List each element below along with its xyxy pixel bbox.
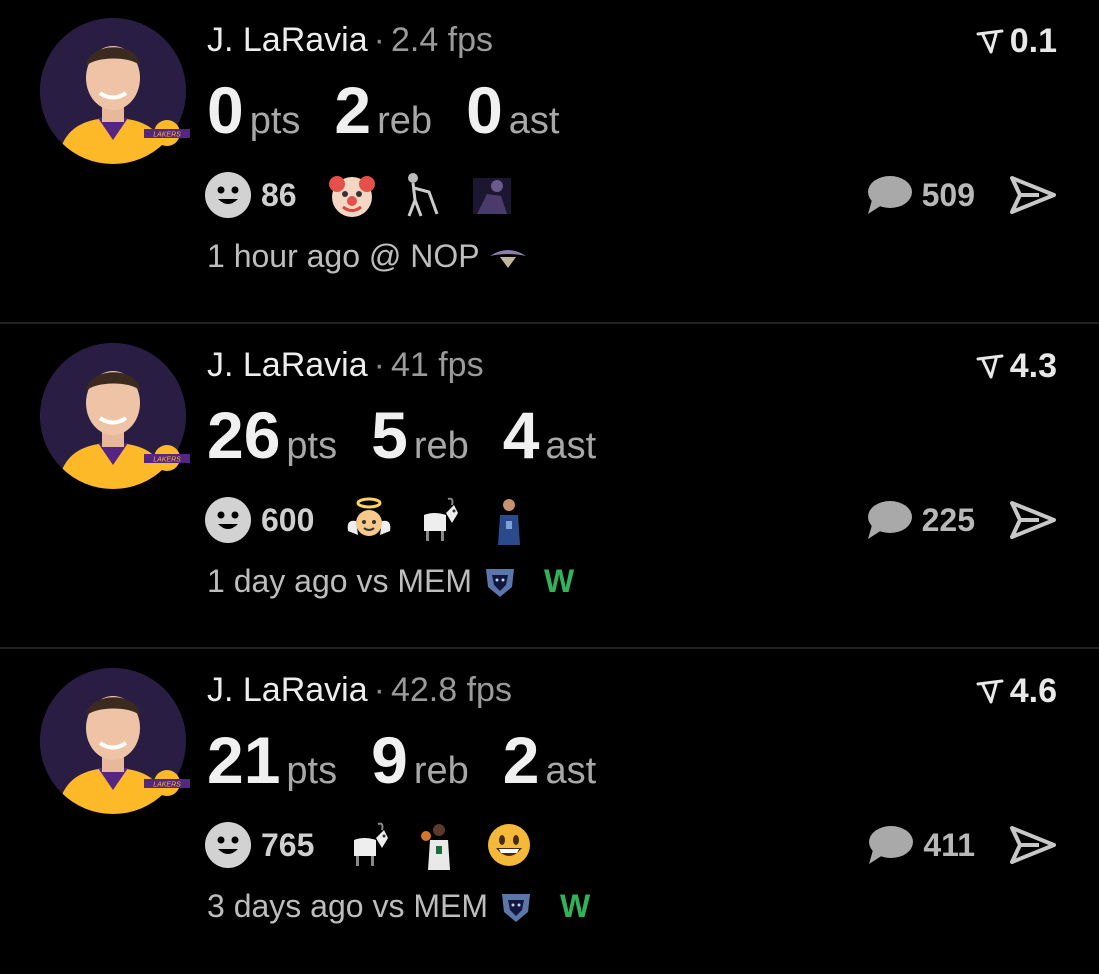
rating: 4.6 bbox=[976, 672, 1057, 711]
comment-icon[interactable] bbox=[864, 499, 914, 541]
game-time: 3 days ago vs MEM bbox=[207, 888, 488, 924]
svg-text:LAKERS: LAKERS bbox=[153, 457, 181, 464]
points-label: pts bbox=[286, 425, 338, 467]
lakers-logo: LAKERS bbox=[144, 770, 190, 796]
fps-score: 41 fps bbox=[390, 346, 484, 384]
reaction-count: 765 bbox=[261, 826, 315, 863]
fps-score: 2.4 fps bbox=[390, 21, 494, 59]
points-label: pts bbox=[286, 750, 338, 792]
separator: · bbox=[373, 21, 385, 59]
lakers-logo: LAKERS bbox=[144, 120, 190, 146]
rating-icon bbox=[976, 679, 1004, 703]
points-label: pts bbox=[249, 100, 301, 142]
card-headline: J. LaRavia · 2.4 fps bbox=[207, 20, 493, 60]
card-headline: J. LaRavia · 42.8 fps bbox=[207, 670, 512, 710]
rating-value: 0.1 bbox=[1009, 22, 1057, 60]
points-value: 0 bbox=[207, 73, 244, 147]
player-photo-emoji-icon[interactable] bbox=[414, 820, 464, 870]
comments: 411 bbox=[865, 820, 1057, 870]
rebounds-value: 5 bbox=[371, 398, 408, 472]
rebounds-label: reb bbox=[413, 750, 469, 792]
reaction-count: 86 bbox=[261, 176, 297, 213]
rating: 4.3 bbox=[976, 347, 1057, 386]
dark-figure-emoji-icon[interactable] bbox=[467, 170, 517, 220]
assists-label: ast bbox=[545, 425, 597, 467]
share-icon[interactable] bbox=[1009, 175, 1057, 215]
smiley-react-icon[interactable] bbox=[205, 497, 251, 543]
goat-emoji-icon[interactable] bbox=[344, 820, 394, 870]
game-card[interactable]: LAKERS J. LaRavia · 2.4 fps 0.1 0 pts 2 re… bbox=[0, 0, 1099, 324]
rebounds-value: 9 bbox=[371, 723, 408, 797]
comment-icon[interactable] bbox=[864, 174, 914, 216]
rebounds-label: reb bbox=[413, 425, 469, 467]
assists-value: 2 bbox=[502, 723, 540, 797]
game-feed: LAKERS J. LaRavia · 2.4 fps 0.1 0 pts 2 re… bbox=[0, 0, 1099, 960]
game-time: 1 hour ago @ NOP bbox=[207, 238, 480, 274]
comment-count: 411 bbox=[923, 826, 975, 863]
points-value: 26 bbox=[207, 398, 281, 472]
result-badge: W bbox=[544, 563, 575, 599]
game-time: 1 day ago vs MEM bbox=[207, 563, 472, 599]
share-icon[interactable] bbox=[1009, 825, 1057, 865]
fps-score: 42.8 fps bbox=[390, 671, 512, 709]
game-card[interactable]: LAKERS J. LaRavia · 42.8 fps 4.6 21 pts 9 … bbox=[0, 650, 1099, 974]
angel-emoji-icon[interactable] bbox=[344, 495, 394, 545]
player-photo-emoji-icon[interactable] bbox=[484, 495, 534, 545]
rating-icon bbox=[976, 29, 1004, 53]
separator: · bbox=[373, 671, 385, 709]
reaction-bar: 600 bbox=[205, 495, 554, 545]
grizzlies-logo bbox=[486, 568, 514, 597]
comments: 509 bbox=[864, 170, 1057, 220]
rating: 0.1 bbox=[976, 22, 1057, 61]
rating-icon bbox=[976, 354, 1004, 378]
stat-line: 0 pts 2 reb 0 ast bbox=[207, 70, 593, 150]
goat-emoji-icon[interactable] bbox=[414, 495, 464, 545]
smiley-react-icon[interactable] bbox=[205, 822, 251, 868]
comment-count: 225 bbox=[921, 501, 975, 538]
rebounds-value: 2 bbox=[334, 73, 372, 147]
rebounds-label: reb bbox=[377, 100, 433, 142]
grizzlies-logo bbox=[502, 893, 530, 922]
game-meta: 3 days ago vs MEM W bbox=[207, 888, 590, 925]
points-value: 21 bbox=[207, 723, 281, 797]
reaction-count: 600 bbox=[261, 501, 315, 538]
assists-label: ast bbox=[508, 100, 560, 142]
result-badge: W bbox=[560, 888, 591, 924]
skeleton-cane-emoji-icon[interactable] bbox=[397, 170, 447, 220]
card-divider bbox=[0, 322, 1099, 324]
lakers-logo: LAKERS bbox=[144, 445, 190, 471]
card-divider bbox=[0, 647, 1099, 649]
game-meta: 1 hour ago @ NOP bbox=[207, 238, 528, 275]
clown-emoji-icon[interactable] bbox=[327, 170, 377, 220]
stat-line: 26 pts 5 reb 4 ast bbox=[207, 395, 630, 475]
game-card[interactable]: LAKERS J. LaRavia · 41 fps 4.3 26 pts 5 re… bbox=[0, 325, 1099, 649]
card-headline: J. LaRavia · 41 fps bbox=[207, 345, 484, 385]
player-name[interactable]: J. LaRavia bbox=[207, 346, 368, 384]
player-name[interactable]: J. LaRavia bbox=[207, 671, 368, 709]
stat-line: 21 pts 9 reb 2 ast bbox=[207, 720, 630, 800]
share-icon[interactable] bbox=[1009, 500, 1057, 540]
pelicans-logo bbox=[489, 249, 526, 268]
assists-value: 0 bbox=[466, 73, 503, 147]
svg-text:LAKERS: LAKERS bbox=[153, 132, 181, 139]
game-meta: 1 day ago vs MEM W bbox=[207, 563, 574, 600]
assists-label: ast bbox=[545, 750, 597, 792]
comments: 225 bbox=[864, 495, 1057, 545]
player-name[interactable]: J. LaRavia bbox=[207, 21, 368, 59]
grinning-face-emoji-icon[interactable] bbox=[484, 820, 534, 870]
assists-value: 4 bbox=[502, 398, 540, 472]
separator: · bbox=[373, 346, 385, 384]
comment-count: 509 bbox=[921, 176, 975, 213]
smiley-react-icon[interactable] bbox=[205, 172, 251, 218]
svg-text:LAKERS: LAKERS bbox=[153, 782, 181, 789]
reaction-bar: 765 bbox=[205, 820, 554, 870]
reaction-bar: 86 bbox=[205, 172, 537, 218]
rating-value: 4.3 bbox=[1009, 347, 1057, 385]
comment-icon[interactable] bbox=[865, 824, 915, 866]
rating-value: 4.6 bbox=[1009, 672, 1057, 710]
